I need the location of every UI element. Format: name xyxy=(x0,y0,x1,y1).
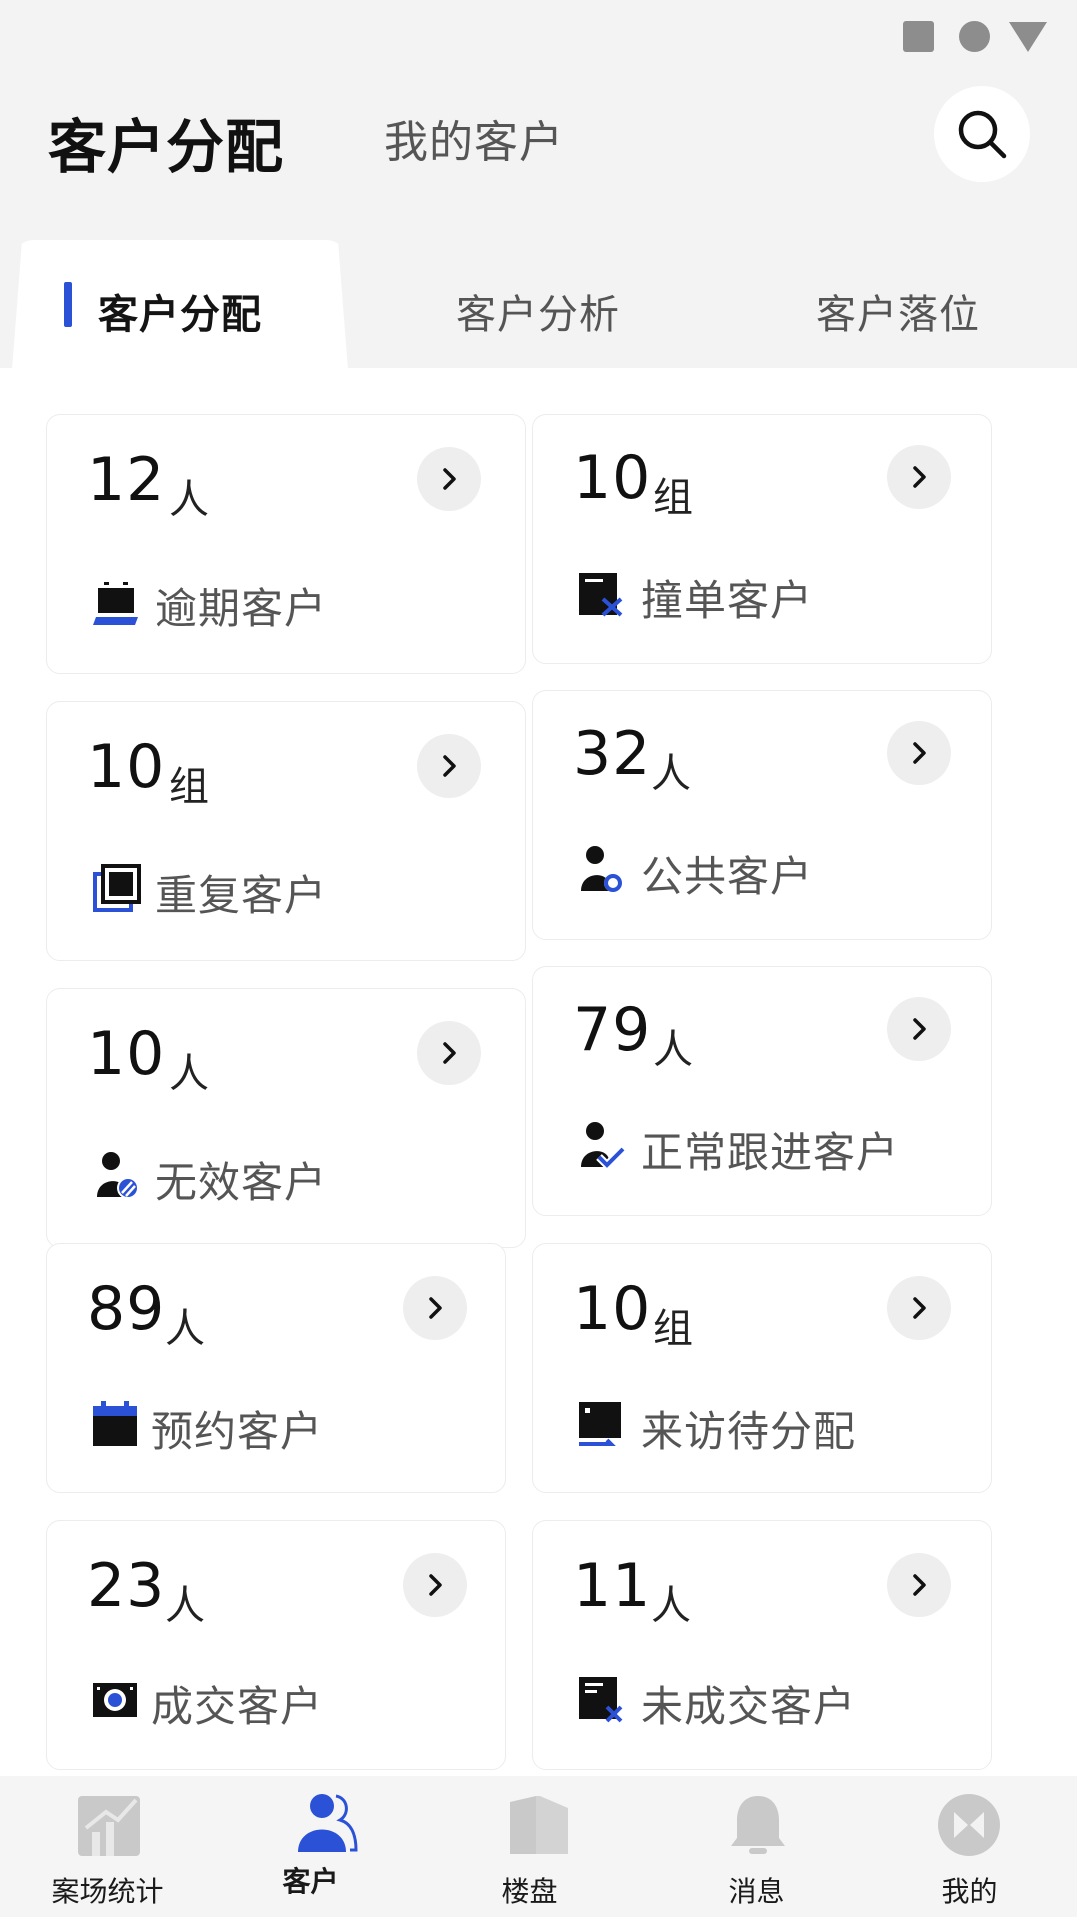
card-count: 23 xyxy=(87,1551,166,1621)
nav-label: 我的 xyxy=(941,1875,998,1908)
no-deal-customers-card[interactable]: 11 人 未成交客户 xyxy=(532,1520,992,1770)
card-count: 10 xyxy=(87,732,166,802)
chevron-right-icon xyxy=(443,468,456,490)
overdue-customers-card[interactable]: 12 人 逾期客户 xyxy=(46,414,526,674)
card-unit: 人 xyxy=(169,1051,209,1097)
card-unit: 人 xyxy=(653,1027,693,1073)
no-deal-customer-icon xyxy=(579,1677,623,1723)
card-label: 未成交客户 xyxy=(641,1682,857,1731)
card-unit: 组 xyxy=(653,475,693,521)
conflict-customers-card[interactable]: 10 组 撞单客户 xyxy=(532,414,992,664)
appointment-customers-card[interactable]: 89 人 预约客户 xyxy=(46,1243,506,1493)
card-label: 无效客户 xyxy=(155,1158,328,1207)
visit-pending-card[interactable]: 10 组 来访待分配 xyxy=(532,1243,992,1493)
chevron-right-icon xyxy=(429,1297,442,1319)
chevron-right-icon xyxy=(913,742,926,764)
card-label: 成交客户 xyxy=(151,1682,324,1731)
card-label: 公共客户 xyxy=(641,852,814,901)
chevron-right-icon xyxy=(443,755,456,777)
duplicate-customers-card[interactable]: 10 组 重复客户 xyxy=(46,701,526,961)
nav-label: 案场统计 xyxy=(51,1875,164,1908)
nav-item-buildings[interactable]: 楼盘 xyxy=(430,1776,645,1917)
card-arrow-button[interactable] xyxy=(417,447,481,511)
chevron-right-icon xyxy=(913,1018,926,1040)
chevron-right-icon xyxy=(429,1574,442,1596)
bottom-navigation: 案场统计 客户 楼盘 消息 我的 xyxy=(0,1776,1077,1917)
card-label: 预约客户 xyxy=(151,1407,324,1456)
chevron-right-icon xyxy=(913,1297,926,1319)
nav-label: 楼盘 xyxy=(501,1875,558,1908)
card-count: 10 xyxy=(573,443,652,513)
stats-chart-icon xyxy=(78,1796,140,1856)
building-icon xyxy=(510,1796,568,1854)
public-customers-card[interactable]: 32 人 公共客户 xyxy=(532,690,992,940)
card-count: 32 xyxy=(573,719,652,789)
chevron-right-icon xyxy=(443,1042,456,1064)
chevron-right-icon xyxy=(913,466,926,488)
public-customer-icon xyxy=(581,846,622,892)
nav-item-customers[interactable]: 客户 xyxy=(215,1776,430,1917)
card-arrow-button[interactable] xyxy=(887,721,951,785)
tab-customer-allocation[interactable]: 客户分配 xyxy=(98,282,262,340)
card-unit: 组 xyxy=(169,764,209,810)
card-unit: 人 xyxy=(165,1583,205,1629)
card-unit: 人 xyxy=(651,1583,691,1629)
card-arrow-button[interactable] xyxy=(403,1276,467,1340)
nav-label: 客户 xyxy=(282,1865,339,1898)
card-arrow-button[interactable] xyxy=(403,1553,467,1617)
page-title[interactable]: 客户分配 xyxy=(48,100,284,184)
visit-pending-icon xyxy=(579,1402,621,1446)
card-arrow-button[interactable] xyxy=(887,1553,951,1617)
follow-up-customer-icon xyxy=(581,1122,625,1169)
card-count: 10 xyxy=(573,1274,652,1344)
tab-customer-analysis[interactable]: 客户分析 xyxy=(456,282,620,340)
profile-icon xyxy=(938,1794,1000,1856)
appointment-calendar-icon xyxy=(93,1401,137,1446)
card-arrow-button[interactable] xyxy=(417,734,481,798)
tab-customer-placement[interactable]: 客户落位 xyxy=(816,282,980,340)
follow-up-customers-card[interactable]: 79 人 正常跟进客户 xyxy=(532,966,992,1216)
status-triangle-icon xyxy=(1009,22,1047,52)
card-count: 12 xyxy=(87,445,166,515)
invalid-customer-icon xyxy=(97,1152,139,1199)
card-unit: 人 xyxy=(169,477,209,523)
nav-item-stats[interactable]: 案场统计 xyxy=(0,1776,215,1917)
nav-label: 消息 xyxy=(728,1875,785,1908)
card-arrow-button[interactable] xyxy=(887,445,951,509)
invalid-customers-card[interactable]: 10 人 无效客户 xyxy=(46,988,526,1248)
status-bar xyxy=(903,18,1053,54)
card-label: 正常跟进客户 xyxy=(641,1128,900,1177)
status-circle-icon xyxy=(959,21,990,52)
my-customers-tab[interactable]: 我的客户 xyxy=(384,106,564,170)
status-square-icon xyxy=(903,21,934,52)
deal-customers-card[interactable]: 23 人 成交客户 xyxy=(46,1520,506,1770)
card-label: 重复客户 xyxy=(155,871,328,920)
card-label: 撞单客户 xyxy=(641,576,814,625)
nav-item-profile[interactable]: 我的 xyxy=(860,1776,1075,1917)
overdue-calendar-icon xyxy=(93,582,138,625)
card-arrow-button[interactable] xyxy=(887,1276,951,1340)
search-button[interactable] xyxy=(934,86,1030,182)
card-count: 11 xyxy=(573,1551,652,1621)
card-count: 89 xyxy=(87,1274,166,1344)
chevron-right-icon xyxy=(913,1574,926,1596)
nav-item-messages[interactable]: 消息 xyxy=(645,1776,860,1917)
card-count: 79 xyxy=(573,995,652,1065)
card-label: 来访待分配 xyxy=(641,1407,857,1456)
card-unit: 组 xyxy=(653,1306,693,1352)
card-unit: 人 xyxy=(651,751,691,797)
duplicate-icon xyxy=(93,864,141,912)
search-icon xyxy=(958,110,1007,159)
card-arrow-button[interactable] xyxy=(417,1021,481,1085)
active-tab-indicator xyxy=(64,282,72,327)
card-label: 逾期客户 xyxy=(155,584,328,633)
customer-icon xyxy=(298,1794,358,1852)
card-unit: 人 xyxy=(165,1306,205,1352)
conflict-order-icon xyxy=(579,573,623,617)
deal-customer-icon xyxy=(93,1683,137,1717)
card-arrow-button[interactable] xyxy=(887,997,951,1061)
card-count: 10 xyxy=(87,1019,166,1089)
bell-icon xyxy=(731,1796,785,1854)
